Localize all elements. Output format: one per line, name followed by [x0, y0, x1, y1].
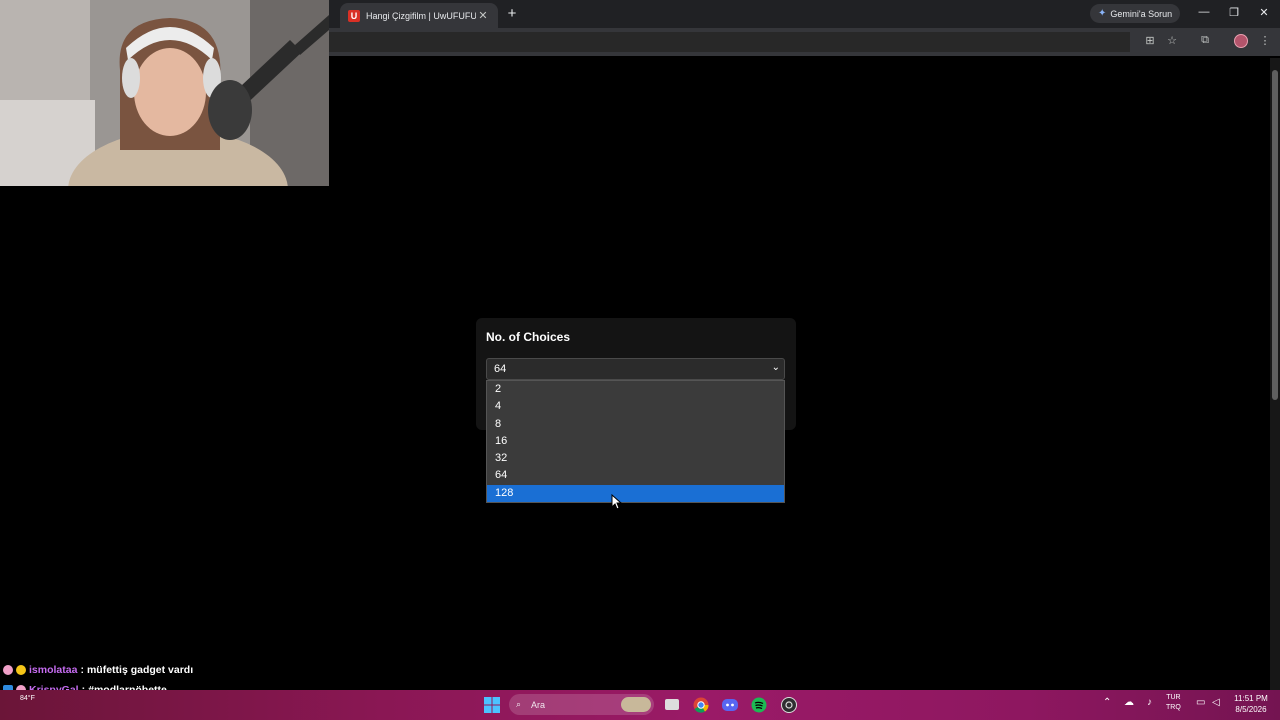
tray-chevron-icon[interactable]: ⌃: [1103, 697, 1111, 708]
discord-icon[interactable]: [722, 697, 738, 713]
bookmark-star-icon[interactable]: ☆: [1164, 34, 1180, 47]
choices-listbox: 2 4 8 16 32 64 128: [486, 380, 785, 503]
screen: { "browser": { "tab_title": "Hangi Çizgi…: [0, 0, 1280, 720]
option-64[interactable]: 64: [487, 467, 784, 484]
restore-icon[interactable]: ❐: [1227, 6, 1241, 19]
tab-close-icon[interactable]: ✕: [476, 9, 490, 22]
more-menu-icon[interactable]: ⋮: [1257, 34, 1273, 47]
clock-time: 11:51 PM: [1234, 694, 1268, 703]
translate-icon[interactable]: ⊞: [1142, 34, 1158, 47]
weather-temp: 84°F: [20, 695, 35, 702]
tab-active[interactable]: U Hangi Çizgifilm | UwUFUFU ✕: [340, 3, 498, 28]
gemini-label: Gemini'a Sorun: [1110, 8, 1173, 19]
spotify-icon[interactable]: [751, 697, 767, 713]
new-tab-icon[interactable]: +: [504, 5, 520, 22]
mouse-cursor-icon: [611, 494, 623, 510]
extensions-icon[interactable]: ⧉: [1197, 34, 1213, 47]
network-icon[interactable]: ▭: [1196, 697, 1205, 708]
search-placeholder: Ara: [531, 699, 546, 710]
search-highlight-icon: [621, 697, 651, 712]
input-language[interactable]: TUR TRQ: [1166, 693, 1181, 713]
chat-username: ismolataa: [29, 664, 78, 676]
chrome-icon[interactable]: [693, 697, 709, 713]
microphone-icon[interactable]: ♪: [1147, 697, 1152, 708]
choices-select[interactable]: 64 ⌄: [486, 358, 785, 380]
search-icon: ⌕: [516, 699, 522, 709]
chat-separator: :: [80, 664, 84, 676]
page-scrollbar[interactable]: [1270, 58, 1280, 690]
option-128[interactable]: 128: [487, 484, 784, 503]
lang-top: TUR: [1166, 694, 1181, 701]
cloud-icon[interactable]: ☁: [1124, 697, 1134, 708]
gemini-spark-icon: ✦: [1098, 8, 1107, 19]
badge-icon: [3, 665, 13, 675]
chevron-down-icon: ⌄: [771, 362, 780, 373]
select-value: 64: [494, 363, 507, 375]
obs-icon[interactable]: [781, 697, 797, 713]
volume-icon[interactable]: ◁: [1212, 697, 1220, 708]
minimize-icon[interactable]: —: [1197, 6, 1211, 18]
option-8[interactable]: 8: [487, 416, 784, 433]
option-2[interactable]: 2: [487, 381, 784, 398]
badge-icon: [16, 665, 26, 675]
option-32[interactable]: 32: [487, 450, 784, 467]
streamer-webcam-image: [0, 0, 329, 186]
option-16[interactable]: 16: [487, 433, 784, 450]
taskbar-search[interactable]: ⌕ Ara: [509, 694, 654, 715]
profile-avatar[interactable]: [1234, 34, 1248, 48]
tab-favicon-icon: U: [348, 9, 360, 22]
clock[interactable]: 11:51 PM 8/5/2026: [1228, 693, 1274, 715]
windows-start-icon[interactable]: [484, 697, 500, 713]
chat-text: müfettiş gadget vardı: [86, 664, 194, 676]
chat-message: ismolataa : müfettiş gadget vardı: [3, 660, 243, 680]
lang-bottom: TRQ: [1166, 704, 1181, 711]
clock-date: 8/5/2026: [1235, 705, 1267, 714]
scrollbar-thumb[interactable]: [1272, 70, 1278, 400]
option-4[interactable]: 4: [487, 398, 784, 415]
webcam-overlay: [0, 0, 329, 186]
panel-title: No. of Choices: [486, 330, 571, 344]
gemini-button[interactable]: ✦ Gemini'a Sorun: [1090, 4, 1181, 23]
close-window-icon[interactable]: ✕: [1257, 6, 1271, 19]
tab-title: Hangi Çizgifilm | UwUFUFU: [366, 10, 476, 21]
task-view-icon[interactable]: [664, 697, 680, 713]
